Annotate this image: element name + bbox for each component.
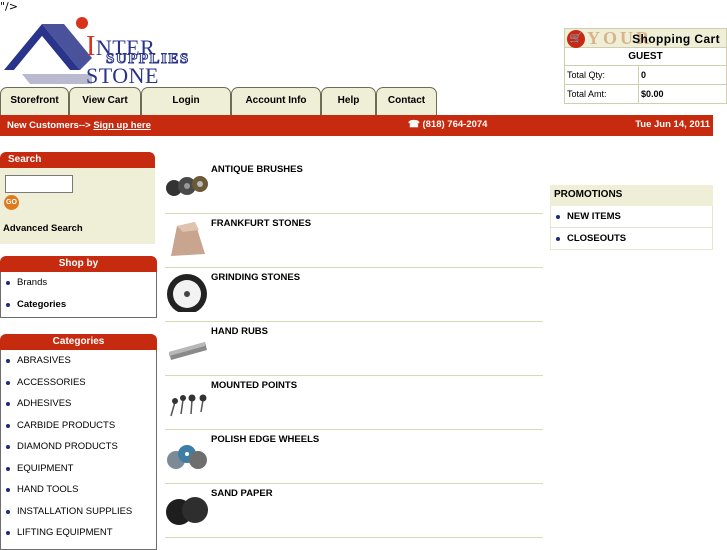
product-row[interactable]: HAND RUBS: [165, 322, 543, 376]
cart-row-amount: Total Amt: $0.00: [564, 85, 727, 104]
category-item[interactable]: HAND TOOLS: [1, 479, 156, 501]
tab-account-info[interactable]: Account Info: [231, 87, 321, 115]
category-item[interactable]: EQUIPMENT: [1, 458, 156, 480]
category-item[interactable]: INSTALLATION SUPPLIES: [1, 501, 156, 523]
shop-by-panel: Brands Categories: [0, 272, 157, 318]
shop-by-title: Shop by: [0, 256, 157, 272]
current-date: Tue Jun 14, 2011: [635, 119, 710, 130]
sand-paper-image: [166, 497, 208, 525]
promo-closeouts[interactable]: CLOSEOUTS: [550, 228, 713, 250]
cart-row-qty: Total Qty: 0: [564, 66, 727, 85]
product-name[interactable]: ANTIQUE BRUSHES: [211, 164, 303, 175]
shop-by-categories[interactable]: Categories: [1, 294, 156, 316]
hand-rub-image: [169, 342, 207, 360]
shop-by-brands[interactable]: Brands: [1, 272, 156, 294]
cart-title: Shopping Cart: [632, 32, 720, 46]
signup-link[interactable]: Sign up here: [93, 120, 151, 131]
new-customers-text: New Customers--> Sign up here: [7, 120, 151, 131]
product-name[interactable]: GRINDING STONES: [211, 272, 300, 283]
phone-icon: ☎: [408, 119, 420, 130]
phone-number: ☎ (818) 764-2074: [408, 119, 487, 130]
cart-header[interactable]: 🛒 YOUR Shopping Cart: [564, 28, 727, 48]
product-name[interactable]: FRANKFURT STONES: [211, 218, 311, 229]
stones-image: [171, 222, 205, 256]
cart-qty-label: Total Qty:: [565, 66, 639, 84]
product-row[interactable]: ANTIQUE BRUSHES: [165, 160, 543, 214]
product-name[interactable]: HAND RUBS: [211, 326, 268, 337]
mounted-points-image: [170, 394, 207, 417]
promotions-title: PROMOTIONS: [550, 185, 713, 206]
brushes-image: [166, 176, 208, 196]
product-row[interactable]: FRANKFURT STONES: [165, 214, 543, 268]
cart-amount-label: Total Amt:: [565, 85, 639, 103]
new-customers-label: New Customers-->: [7, 120, 91, 131]
search-input[interactable]: [5, 175, 73, 193]
search-panel: GO Advanced Search: [0, 168, 155, 244]
product-row[interactable]: POLISH EDGE WHEELS: [165, 430, 543, 484]
tab-view-cart[interactable]: View Cart: [69, 87, 141, 115]
wheels-image: [167, 445, 207, 469]
logo-text-sub: SUPPLIES: [106, 51, 190, 68]
go-button[interactable]: GO: [4, 195, 19, 210]
product-name[interactable]: MOUNTED POINTS: [211, 380, 297, 391]
phone-text: (818) 764-2074: [422, 119, 488, 130]
category-item[interactable]: DIAMOND PRODUCTS: [1, 436, 156, 458]
category-item[interactable]: LIFTING EQUIPMENT: [1, 522, 156, 544]
category-item[interactable]: ACCESSORIES: [1, 372, 156, 394]
cart-qty-value: 0: [641, 70, 647, 80]
tab-storefront[interactable]: Storefront: [0, 87, 69, 115]
tab-help[interactable]: Help: [321, 87, 376, 115]
categories-panel: ABRASIVES ACCESSORIES ADHESIVES CARBIDE …: [0, 350, 157, 550]
shopping-cart-box: 🛒 YOUR Shopping Cart GUEST Total Qty: 0 …: [564, 28, 727, 104]
product-row[interactable]: MOUNTED POINTS: [165, 376, 543, 430]
cart-amount-value: $0.00: [641, 89, 664, 99]
logo-dot-icon: [76, 17, 88, 29]
category-item[interactable]: CARBIDE PRODUCTS: [1, 415, 156, 437]
tab-login[interactable]: Login: [141, 87, 231, 115]
promotions-panel: PROMOTIONS NEW ITEMS CLOSEOUTS: [550, 185, 713, 250]
cart-icon: 🛒: [567, 30, 585, 48]
product-row[interactable]: GRINDING STONES: [165, 268, 543, 322]
category-item[interactable]: ABRASIVES: [1, 350, 156, 372]
product-name[interactable]: POLISH EDGE WHEELS: [211, 434, 319, 445]
product-row[interactable]: SAND PAPER: [165, 484, 543, 538]
product-name[interactable]: SAND PAPER: [211, 488, 273, 499]
cart-user: GUEST: [564, 48, 727, 66]
tab-contact[interactable]: Contact: [376, 87, 437, 115]
promo-new-items[interactable]: NEW ITEMS: [550, 206, 713, 228]
category-item[interactable]: ADHESIVES: [1, 393, 156, 415]
site-logo[interactable]: INTER STONE SUPPLIES: [2, 14, 217, 88]
grinding-disc-image: [167, 274, 207, 312]
info-banner: New Customers--> Sign up here ☎ (818) 76…: [0, 115, 713, 136]
advanced-search-link[interactable]: Advanced Search: [3, 223, 83, 234]
stray-markup-text: "/>: [0, 0, 18, 13]
categories-title: Categories: [0, 334, 157, 350]
search-panel-title: Search: [0, 152, 155, 168]
